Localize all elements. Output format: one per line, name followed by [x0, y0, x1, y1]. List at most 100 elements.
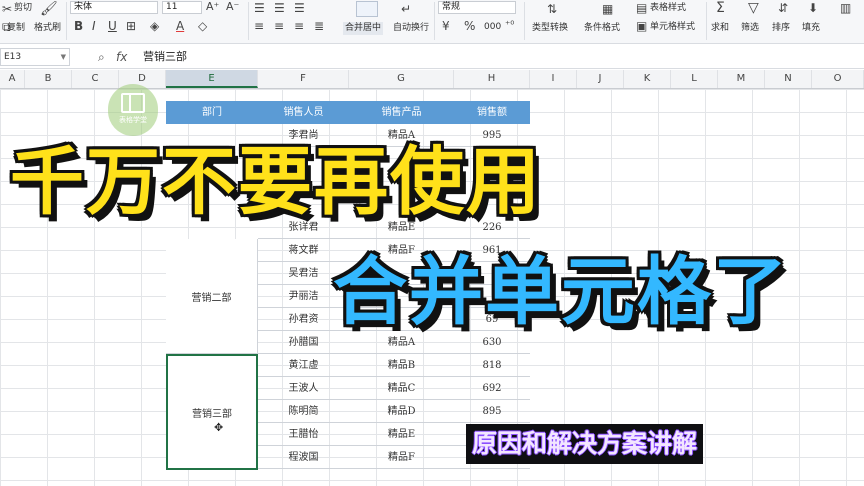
percent-button[interactable]: %	[464, 19, 475, 33]
justify-icon[interactable]: ≣	[314, 19, 324, 33]
column-header[interactable]: L	[671, 70, 718, 88]
sort-button[interactable]: 排序	[772, 23, 790, 34]
table-cell-product[interactable]: 精品C	[349, 377, 454, 400]
type-convert-button[interactable]: 类型转换	[532, 23, 568, 34]
column-header[interactable]: K	[624, 70, 671, 88]
format-painter-button[interactable]: 格式刷	[34, 23, 61, 34]
spreadsheet-icon	[121, 93, 145, 113]
column-header[interactable]: J	[577, 70, 624, 88]
column-header[interactable]: M	[718, 70, 765, 88]
fill-color-icon[interactable]: ◈	[150, 19, 159, 33]
ribbon-separator	[706, 2, 707, 40]
font-size-value: 11	[166, 2, 178, 12]
function-button[interactable]: fx	[116, 49, 127, 65]
underline-button[interactable]: U	[108, 19, 117, 33]
align-top-icon[interactable]: ☰	[254, 1, 265, 15]
logo-text: 表格学堂	[119, 116, 147, 124]
ribbon-separator	[524, 2, 525, 40]
table-header[interactable]: 部门	[166, 101, 258, 124]
column-header[interactable]: I	[530, 70, 577, 88]
sort-icon[interactable]: ⇵	[778, 1, 788, 15]
decimal-icon[interactable]: ⁺⁰	[505, 19, 514, 33]
align-bottom-icon[interactable]: ☰	[294, 1, 305, 15]
column-header[interactable]: N	[765, 70, 812, 88]
table-style-button[interactable]: 表格样式	[650, 3, 686, 14]
merge-center-button[interactable]: 合并居中	[343, 22, 384, 35]
merge-center-icon[interactable]	[356, 1, 378, 17]
align-middle-icon[interactable]: ☰	[274, 1, 285, 15]
cut-icon[interactable]: ✂	[2, 2, 12, 16]
table-header[interactable]: 销售额	[454, 101, 530, 124]
column-header[interactable]: G	[349, 70, 454, 88]
table-style-icon[interactable]: ▤	[636, 1, 647, 15]
cell-cursor-icon: ✥	[214, 421, 224, 434]
table-cell-name[interactable]: 王波人	[258, 377, 349, 400]
table-cell-amount[interactable]: 818	[454, 354, 530, 377]
filter-icon[interactable]: ▽	[748, 1, 759, 15]
conditional-format-icon[interactable]: ▦	[602, 2, 613, 16]
copy-button[interactable]: 复制	[7, 23, 25, 34]
headline-line-2: 合并单元格了	[333, 249, 789, 335]
name-box-value: E13	[4, 52, 22, 62]
merged-cell-dept2[interactable]: 营销二部	[166, 239, 258, 354]
subtitle-banner: 原因和解决方案讲解	[466, 424, 704, 464]
format-painter-icon[interactable]: 🖌	[40, 2, 58, 16]
decrease-font-icon[interactable]: A⁻	[226, 0, 239, 14]
wrap-text-button[interactable]: 自动换行	[393, 23, 429, 34]
sum-icon[interactable]: Σ	[716, 1, 725, 15]
fill-button[interactable]: 填充	[802, 23, 820, 34]
type-convert-icon[interactable]: ⇅	[547, 2, 557, 16]
wrap-text-icon[interactable]: ↵	[401, 2, 411, 16]
conditional-format-button[interactable]: 条件格式	[584, 23, 620, 34]
font-size-select[interactable]: 11	[162, 1, 202, 14]
bold-button[interactable]: B	[74, 19, 83, 33]
column-header[interactable]: A	[0, 70, 25, 88]
table-cell-amount[interactable]: 895	[454, 400, 530, 423]
cut-button[interactable]: 剪切	[14, 3, 32, 14]
table-cell-product[interactable]: 精品D	[349, 400, 454, 423]
column-header[interactable]: O	[812, 70, 864, 88]
number-format-value: 常规	[442, 2, 461, 12]
align-right-icon[interactable]: ≡	[294, 19, 304, 33]
chevron-down-icon[interactable]: ▼	[61, 49, 66, 65]
table-cell-name[interactable]: 王腊怡	[258, 423, 349, 446]
column-header-selected[interactable]: E	[166, 70, 258, 88]
table-cell-name[interactable]: 黄江虚	[258, 354, 349, 377]
table-cell-name[interactable]: 程波国	[258, 446, 349, 469]
increase-font-icon[interactable]: A⁺	[206, 0, 219, 14]
align-left-icon[interactable]: ≡	[254, 19, 264, 33]
zoom-search-icon[interactable]: ⌕	[98, 49, 105, 65]
number-format-select[interactable]: 常规	[438, 1, 516, 14]
cell-style-icon[interactable]: ▣	[636, 19, 647, 33]
currency-button[interactable]: ¥	[442, 19, 450, 33]
font-family-select[interactable]: 宋体	[70, 1, 158, 14]
cells-icon[interactable]: ▥	[840, 1, 851, 15]
italic-button[interactable]: I	[92, 19, 96, 33]
table-cell-product[interactable]: 精品F	[349, 446, 454, 469]
table-cell-product[interactable]: 精品E	[349, 423, 454, 446]
border-icon[interactable]: ⊞	[126, 19, 136, 33]
headline-line-1: 千万不要再使用	[10, 139, 542, 225]
column-header[interactable]: C	[72, 70, 119, 88]
column-header[interactable]: H	[454, 70, 530, 88]
formula-bar: E13 ▼ ⌕ fx 营销三部	[0, 45, 864, 69]
name-box[interactable]: E13 ▼	[0, 48, 70, 66]
fill-icon[interactable]: ⬇	[808, 1, 818, 15]
formula-content[interactable]: 营销三部	[143, 49, 187, 65]
font-color-button[interactable]: A	[176, 19, 184, 33]
merged-cell-dept3[interactable]: 营销三部	[166, 354, 258, 470]
align-center-icon[interactable]: ≡	[274, 19, 284, 33]
cell-style-button[interactable]: 单元格样式	[650, 22, 695, 33]
table-cell-amount[interactable]: 692	[454, 377, 530, 400]
filter-button[interactable]: 筛选	[741, 23, 759, 34]
table-header[interactable]: 销售人员	[258, 101, 349, 124]
column-header[interactable]: B	[25, 70, 72, 88]
table-cell-product[interactable]: 精品B	[349, 354, 454, 377]
table-cell-name[interactable]: 陈明简	[258, 400, 349, 423]
column-header[interactable]: F	[258, 70, 349, 88]
table-header[interactable]: 销售产品	[349, 101, 454, 124]
ribbon-separator	[66, 2, 67, 40]
clear-format-icon[interactable]: ◇	[198, 19, 207, 33]
thousands-button[interactable]: 000	[484, 22, 501, 33]
sum-button[interactable]: 求和	[711, 23, 729, 34]
